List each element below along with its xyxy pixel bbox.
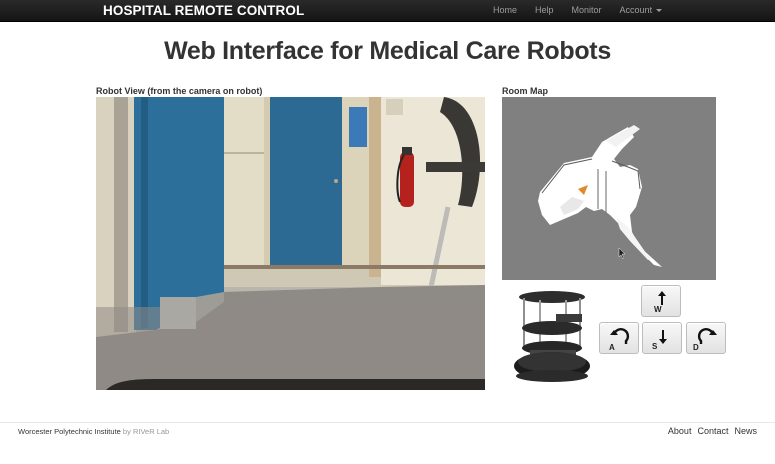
back-key-label: S [652, 342, 658, 351]
forward-key-button[interactable]: W [641, 285, 681, 317]
forward-key-label: W [654, 305, 662, 314]
turn-left-key-label: A [609, 343, 615, 352]
nav-account-dropdown[interactable]: Account [620, 5, 663, 15]
room-map-label: Room Map [502, 86, 548, 96]
arrow-down-icon [659, 330, 667, 344]
caret-down-icon [656, 9, 663, 13]
turn-right-key-button[interactable]: D [686, 322, 726, 354]
rotate-left-icon [610, 328, 630, 344]
nav-monitor-link[interactable]: Monitor [572, 5, 602, 15]
footer-lab: RIVeR Lab [132, 427, 170, 436]
footer-org: Worcester Polytechnic Institute [18, 427, 121, 436]
page-title: Web Interface for Medical Care Robots [164, 37, 611, 65]
footer-credit: Worcester Polytechnic Institute by RIVeR… [18, 427, 169, 436]
nav-home-link[interactable]: Home [493, 5, 517, 15]
brand-title[interactable]: HOSPITAL REMOTE CONTROL [103, 3, 304, 18]
robot-camera-view [96, 97, 485, 390]
footer-news-link[interactable]: News [734, 426, 757, 436]
turn-left-key-button[interactable]: A [599, 322, 639, 354]
nav-links: Home Help Monitor Account [493, 5, 680, 15]
nav-account-label: Account [619, 5, 653, 15]
footer-contact-link[interactable]: Contact [697, 426, 728, 436]
footer-by: by [122, 427, 131, 436]
robot-view-label: Robot View (from the camera on robot) [96, 86, 263, 96]
nav-help-link[interactable]: Help [535, 5, 554, 15]
footer-about-link[interactable]: About [668, 426, 692, 436]
footer-divider [0, 422, 775, 423]
room-map[interactable] [502, 97, 716, 280]
footer-links: About Contact News [662, 426, 757, 436]
arrow-up-icon [658, 291, 666, 305]
back-key-button[interactable]: S [642, 322, 682, 354]
turn-right-key-label: D [693, 343, 699, 352]
navbar: HOSPITAL REMOTE CONTROL Home Help Monito… [0, 0, 775, 22]
turtlebot-image [512, 286, 598, 388]
